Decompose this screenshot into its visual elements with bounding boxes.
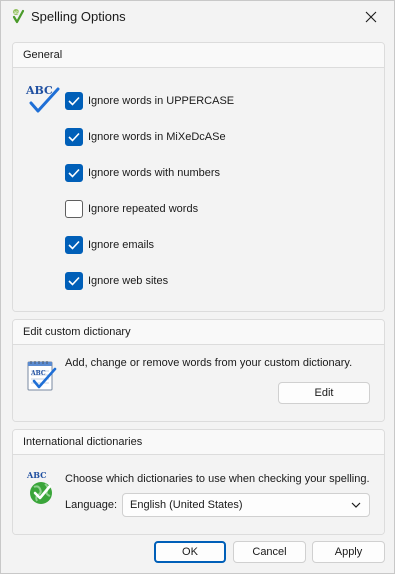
option-label: Ignore words in UPPERCASE [88,95,235,107]
globe-abc-icon: ABC [26,470,52,504]
language-select-value: English (United States) [130,499,243,511]
cancel-button-label: Cancel [252,546,287,558]
checkbox-ignore-websites[interactable] [65,272,83,290]
language-select[interactable]: English (United States) [122,493,370,517]
checkbox-ignore-uppercase[interactable] [65,92,83,110]
option-ignore-uppercase[interactable]: Ignore words in UPPERCASE [65,92,234,110]
checkmark-icon [68,240,80,250]
custom-dictionary-header: Edit custom dictionary [13,320,384,345]
general-header-label: General [23,49,63,61]
cancel-button[interactable]: Cancel [233,541,306,563]
general-group: General ABC Ignore words in UPPERCASE Ig… [12,42,385,312]
checkmark-icon [68,132,80,142]
custom-dictionary-group: Edit custom dictionary ABC Add, change o… [12,319,385,422]
option-ignore-emails[interactable]: Ignore emails [65,236,154,254]
close-icon [365,11,377,22]
custom-dictionary-body: ABC Add, change or remove words from you… [13,345,384,421]
checkbox-ignore-repeated[interactable] [65,200,83,218]
option-label: Ignore emails [88,239,155,251]
checkbox-ignore-emails[interactable] [65,236,83,254]
international-header: International dictionaries [13,430,384,455]
checkmark-icon [68,96,80,106]
chevron-down-icon [351,502,361,508]
option-ignore-numbers[interactable]: Ignore words with numbers [65,164,220,182]
option-ignore-mixedcase[interactable]: Ignore words in MiXeDcASe [65,128,226,146]
apply-button-label: Apply [334,546,363,558]
ok-button-label: OK [182,546,198,558]
language-label: Language: [65,499,117,511]
checkmark-icon [68,168,80,178]
svg-text:ABC: ABC [25,84,53,97]
edit-button[interactable]: Edit [278,382,370,404]
close-button[interactable] [348,1,394,32]
checkmark-icon [68,276,80,286]
international-group: International dictionaries ABC Choose wh… [12,429,385,535]
option-label: Ignore web sites [88,275,169,287]
international-body: ABC Choose which dictionaries to use whe… [13,455,384,534]
window-title: Spelling Options [31,9,126,24]
abc-check-icon: ABC [25,84,60,113]
spelling-options-dialog: ab Spelling Options General ABC Ignore w… [0,0,395,574]
option-label: Ignore repeated words [88,203,199,215]
option-label: Ignore words in MiXeDcASe [88,131,226,143]
general-body: ABC Ignore words in UPPERCASE Ignore wor… [13,68,384,311]
custom-dictionary-description: Add, change or remove words from your cu… [65,357,353,369]
option-ignore-websites[interactable]: Ignore web sites [65,272,168,290]
svg-text:ab: ab [14,10,20,16]
custom-dictionary-header-label: Edit custom dictionary [23,326,131,338]
checkbox-ignore-mixedcase[interactable] [65,128,83,146]
ok-button[interactable]: OK [154,541,226,563]
option-label: Ignore words with numbers [88,167,221,179]
checkbox-ignore-numbers[interactable] [65,164,83,182]
general-header: General [13,43,384,68]
svg-text:ABC: ABC [30,370,46,377]
international-description: Choose which dictionaries to use when ch… [65,473,370,485]
notepad-check-icon: ABC [27,361,57,391]
spelling-app-icon: ab [12,9,25,24]
svg-text:ABC: ABC [26,470,46,480]
option-ignore-repeated[interactable]: Ignore repeated words [65,200,198,218]
edit-button-label: Edit [314,387,334,399]
international-header-label: International dictionaries [23,436,143,448]
title-bar: ab Spelling Options [1,1,394,32]
apply-button[interactable]: Apply [312,541,385,563]
